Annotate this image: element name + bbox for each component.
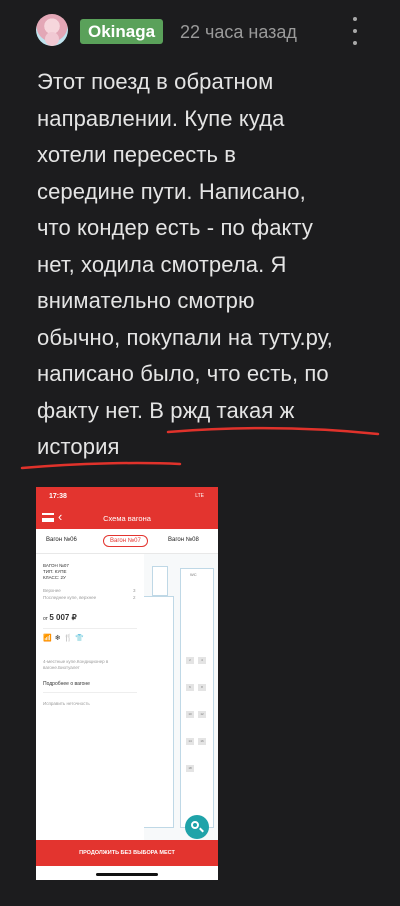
seat[interactable]: 8 [198, 684, 206, 691]
divider [43, 692, 137, 693]
food-icon: 🍴 [63, 635, 76, 642]
seat[interactable]: 4 [198, 657, 206, 664]
price-value: 5 007 ₽ [49, 613, 77, 622]
seat[interactable]: 14 [186, 738, 194, 745]
comment-line: направлении. Купе куда [37, 105, 285, 131]
amenity-icons: 📶❄🍴👕 [43, 634, 87, 642]
comment-line: середине пути. Написано, [37, 178, 306, 204]
seat[interactable]: 12 [198, 711, 206, 718]
seat-type-last: Последнее купе, верхнее [43, 595, 97, 600]
status-network: LTE [195, 493, 204, 499]
report-error-link[interactable]: Исправить неточность [43, 701, 90, 706]
comment-line: внимательно смотрю [37, 288, 255, 313]
app-nav-bar: ‹ Схема вагона [36, 507, 218, 529]
seat[interactable]: 6 [186, 684, 194, 691]
price-prefix: от [43, 616, 48, 622]
comment-header: Okinaga 22 часа назад [0, 0, 400, 62]
status-bar: 17:38 LTE [36, 487, 218, 507]
kebab-menu-icon[interactable] [350, 17, 360, 45]
more-about-car-link[interactable]: Подробнее о вагоне [43, 681, 90, 687]
zoom-icon[interactable] [185, 815, 209, 839]
comment-line: нет, ходила смотрела. Я [37, 251, 287, 277]
nav-title: Схема вагона [103, 514, 151, 523]
car-info-panel: ВАГОН №07 ТИП: КУПЕ КЛАСС: 2У Верхнее 3 … [36, 554, 144, 840]
comment-line: факту нет. В ржд такая ж [37, 397, 295, 423]
tab-car-07: Вагон №07 [103, 535, 148, 547]
seat[interactable]: 16 [198, 738, 206, 745]
username-badge[interactable]: Okinaga [80, 19, 164, 44]
clothes-icon: 👕 [75, 635, 88, 642]
status-time: 17:38 [49, 493, 67, 500]
tab-car-06: Вагон №06 [46, 537, 77, 543]
map-compartments [180, 568, 214, 828]
map-corridor [144, 596, 174, 828]
continue-button[interactable]: ПРОДОЛЖИТЬ БЕЗ ВЫБОРА МЕСТ [36, 840, 218, 866]
divider [43, 628, 137, 629]
seat-count-last: 2 [133, 595, 136, 600]
car-tabs: Вагон №06 Вагон №07 Вагон №08 [36, 529, 218, 554]
car-seat-map[interactable]: WC 2 4 6 8 10 12 14 16 18 [144, 554, 218, 840]
map-block [152, 566, 168, 596]
seat[interactable]: 18 [186, 765, 194, 772]
car-type: ТИП: КУПЕ [43, 569, 67, 574]
car-number: ВАГОН №07 [43, 563, 69, 568]
car-description: 4-местные купе.Кондиционер в вагоне.Биот… [43, 659, 109, 670]
comment-line: обычно, покупали на туту.ру, [37, 324, 333, 350]
comment-line: что кондер есть - по факту [37, 215, 314, 240]
attached-screenshot[interactable]: 17:38 LTE ‹ Схема вагона Вагон №06 Вагон… [36, 487, 218, 880]
wifi-icon: 📶 [43, 635, 55, 642]
wc-label: WC [190, 572, 197, 577]
comment-line: написано было, что есть, по [37, 361, 329, 386]
home-indicator [96, 873, 158, 876]
comment-line: история [37, 434, 120, 459]
comment-body: Этот поезд в обратном направлении. Купе … [37, 64, 382, 466]
comment-line: хотели пересесть в [37, 142, 237, 167]
comment-line: Этот поезд в обратном [37, 69, 274, 94]
tab-car-08: Вагон №08 [168, 537, 199, 543]
snowflake-icon: ❄ [54, 635, 64, 642]
seat[interactable]: 2 [186, 657, 194, 664]
user-avatar[interactable] [36, 14, 68, 46]
seat-type-upper: Верхнее [43, 588, 61, 593]
car-class: КЛАСС: 2У [43, 575, 66, 580]
comment-timestamp[interactable]: 22 часа назад [180, 20, 297, 44]
price: от 5 007 ₽ [43, 613, 77, 622]
seat-count-upper: 3 [133, 588, 136, 593]
seat[interactable]: 10 [186, 711, 194, 718]
